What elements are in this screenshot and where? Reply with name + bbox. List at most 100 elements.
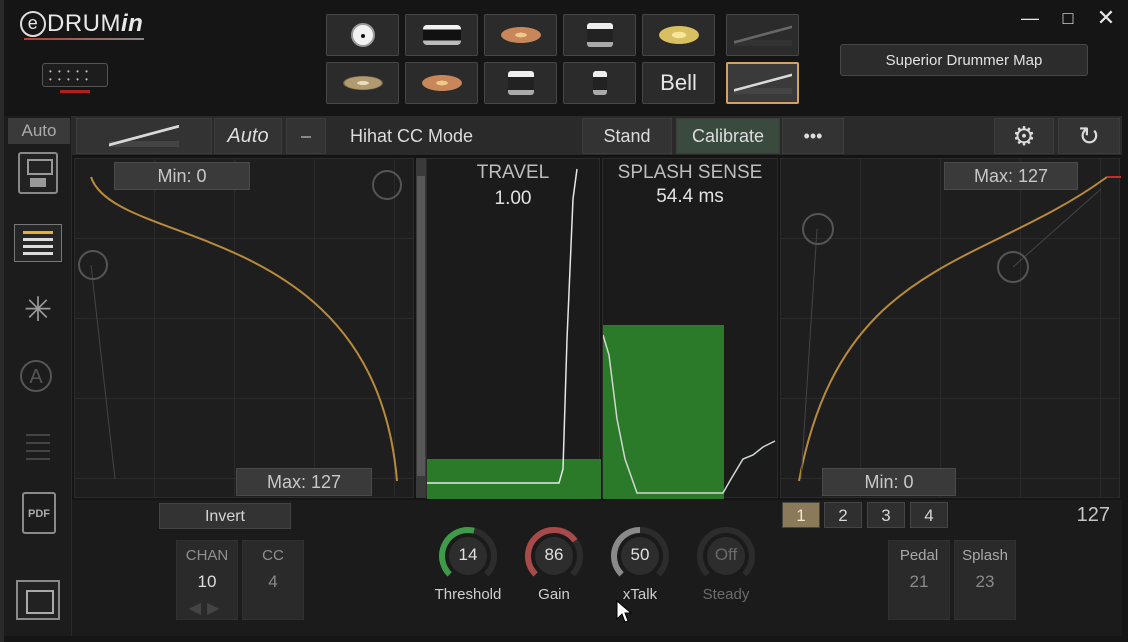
gain-knob-value: 86 bbox=[544, 545, 564, 564]
auto-a-icon[interactable]: A bbox=[20, 360, 52, 392]
chan-header: CHAN bbox=[185, 547, 229, 564]
hihat-icon bbox=[342, 76, 383, 90]
left-handle-high[interactable] bbox=[372, 170, 402, 200]
threshold-knob[interactable]: 14 bbox=[438, 526, 498, 586]
pad-snare-1[interactable] bbox=[563, 14, 636, 56]
pedal-header: Pedal bbox=[899, 547, 939, 564]
pad-pedal-dim[interactable] bbox=[726, 14, 799, 56]
device-icon[interactable]: • • • • • • • • • • bbox=[42, 63, 108, 87]
pedal-box[interactable]: Pedal 21 bbox=[888, 540, 950, 620]
kick-icon bbox=[592, 71, 607, 95]
cc-header: CC bbox=[262, 547, 284, 564]
logo-drum: DRUM bbox=[47, 10, 121, 37]
travel-graph bbox=[427, 168, 578, 484]
xtalk-label: xTalk bbox=[622, 586, 658, 603]
pdf-icon[interactable]: PDF bbox=[22, 492, 56, 534]
pad-snare-2[interactable] bbox=[484, 62, 557, 104]
hihat-icon[interactable]: ⎯ bbox=[286, 118, 326, 154]
sidebar-auto-label[interactable]: Auto bbox=[8, 118, 70, 144]
cymbal-icon bbox=[421, 75, 462, 91]
pads-layout-icon[interactable]: ••• bbox=[782, 118, 844, 154]
splash-sense-panel bbox=[602, 158, 778, 499]
page-button-3[interactable]: 3 bbox=[867, 502, 905, 528]
auto-button[interactable]: Auto bbox=[214, 118, 282, 154]
cymbal-icon bbox=[500, 27, 541, 43]
xtalk-knob-value: 50 bbox=[630, 545, 650, 564]
splash-value: 23 bbox=[975, 572, 995, 591]
pad-tom-1[interactable] bbox=[405, 14, 478, 56]
splash-sense-value: 54.4 ms bbox=[656, 186, 724, 207]
splash-sense-label: SPLASH SENSE bbox=[617, 162, 763, 183]
routing-arrows-icon[interactable]: ✳ bbox=[16, 290, 60, 330]
superior-drummer-map-button[interactable]: Superior Drummer Map bbox=[840, 44, 1088, 76]
snare-icon bbox=[507, 71, 534, 95]
travel-value: 1.00 bbox=[494, 188, 532, 209]
minimize-icon[interactable]: — bbox=[1018, 8, 1042, 29]
right-handle-low[interactable] bbox=[802, 213, 834, 245]
knob-icon bbox=[350, 23, 375, 47]
device-status-bar bbox=[60, 90, 90, 93]
right-max-label: Max: 127 bbox=[944, 162, 1078, 190]
logo-in: in bbox=[121, 10, 144, 37]
bell-label: Bell bbox=[660, 70, 697, 95]
steady-label: Steady bbox=[702, 586, 750, 603]
pad-cymbal-2[interactable] bbox=[405, 62, 478, 104]
chan-arrows-icon[interactable]: ◀▶ bbox=[177, 598, 237, 618]
maximize-icon[interactable]: □ bbox=[1056, 8, 1080, 29]
mouse-cursor-icon bbox=[616, 600, 632, 623]
left-handle-low[interactable] bbox=[78, 250, 108, 280]
close-icon[interactable]: ✕ bbox=[1094, 5, 1118, 31]
cc-box[interactable]: CC 4 bbox=[242, 540, 304, 620]
threshold-label: Threshold bbox=[434, 586, 502, 603]
logo-underline bbox=[24, 38, 144, 40]
right-curve bbox=[798, 176, 1121, 482]
right-min-label: Min: 0 bbox=[822, 468, 956, 496]
right-curve-panel[interactable] bbox=[780, 158, 1121, 498]
page-button-1[interactable]: 1 bbox=[782, 502, 820, 528]
travel-scrollbar[interactable] bbox=[416, 158, 426, 498]
pedal-value: 21 bbox=[909, 572, 929, 591]
gear-icon[interactable]: ⚙ bbox=[994, 118, 1054, 154]
stand-button[interactable]: Stand bbox=[582, 118, 672, 154]
list-icon[interactable] bbox=[14, 224, 62, 262]
pedal-view-button[interactable] bbox=[76, 118, 212, 154]
pad-bell[interactable]: Bell bbox=[642, 62, 715, 104]
calibrate-button[interactable]: Calibrate bbox=[676, 118, 780, 154]
page-button-2[interactable]: 2 bbox=[824, 502, 862, 528]
refresh-icon[interactable]: ↻ bbox=[1058, 118, 1120, 154]
pad-kick[interactable] bbox=[563, 62, 636, 104]
xtalk-knob[interactable]: 50 bbox=[610, 526, 670, 586]
pad-ride[interactable] bbox=[642, 14, 715, 56]
pad-hihat[interactable] bbox=[326, 62, 399, 104]
logo-e: e bbox=[20, 11, 46, 37]
page-button-4[interactable]: 4 bbox=[910, 502, 948, 528]
splash-graph bbox=[603, 334, 776, 494]
pad-knob[interactable] bbox=[326, 14, 399, 56]
gain-knob[interactable]: 86 bbox=[524, 526, 584, 586]
invert-button[interactable]: Invert bbox=[159, 503, 291, 529]
snare-icon bbox=[586, 23, 613, 47]
cc-value: 4 bbox=[268, 572, 278, 591]
left-min-label: Min: 0 bbox=[114, 162, 250, 190]
left-max-label: Max: 127 bbox=[236, 468, 372, 496]
ride-icon bbox=[658, 26, 699, 44]
hihat-mode-label: Hihat CC Mode bbox=[350, 126, 474, 146]
pedal-icon bbox=[733, 72, 792, 94]
chan-value: 10 bbox=[197, 572, 217, 591]
value-127: 127 bbox=[1076, 504, 1110, 526]
gain-label: Gain bbox=[538, 586, 570, 603]
chan-box[interactable]: CHAN 10 ◀▶ bbox=[176, 540, 238, 620]
travel-label: TRAVEL bbox=[476, 162, 550, 183]
left-curve bbox=[78, 170, 402, 482]
drum-icon bbox=[422, 25, 461, 45]
pad-cymbal-1[interactable] bbox=[484, 14, 557, 56]
left-curve-panel[interactable] bbox=[74, 158, 414, 498]
save-icon[interactable] bbox=[18, 152, 58, 194]
splash-header: Splash bbox=[962, 547, 1008, 564]
threshold-knob-value: 14 bbox=[458, 545, 478, 564]
splash-box[interactable]: Splash 23 bbox=[954, 540, 1016, 620]
steady-knob[interactable]: Off bbox=[696, 526, 756, 586]
chip-icon[interactable] bbox=[16, 580, 60, 620]
pad-hihat-pedal[interactable] bbox=[726, 62, 799, 104]
lines-icon[interactable] bbox=[26, 430, 50, 460]
